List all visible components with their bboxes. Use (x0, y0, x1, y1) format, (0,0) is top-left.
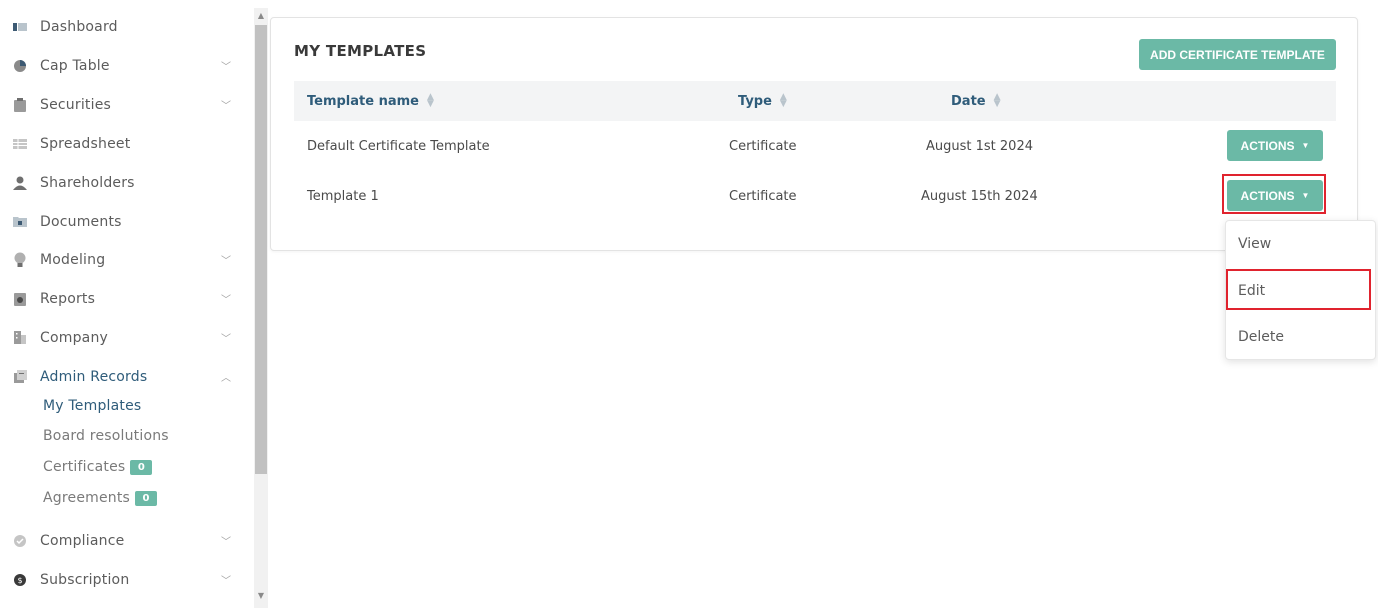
sidebar-item-label: Company (40, 329, 109, 346)
count-badge: 0 (135, 490, 158, 506)
sidebar-item-label: Documents (40, 213, 122, 230)
chevron-up-icon: ︿ (221, 373, 231, 384)
clipboard-icon (12, 97, 28, 113)
sidebar-item-label: Dashboard (40, 18, 118, 35)
sidebar-item-label: Subscription (40, 571, 130, 588)
sort-icon[interactable]: ▲ ▼ (994, 93, 1001, 109)
type-cell: Certificate (729, 188, 797, 204)
chevron-down-icon: ﹀ (221, 256, 231, 267)
add-certificate-template-button[interactable]: ADD CERTIFICATE TEMPLATE (1139, 39, 1336, 70)
actions-button-label: ACTIONS (1240, 138, 1295, 153)
sidebar-item-documents[interactable]: Documents (0, 202, 252, 241)
spreadsheet-icon (12, 136, 28, 152)
template-name-cell: Default Certificate Template (307, 138, 490, 154)
sidebar-subitem-agreements[interactable]: Agreements 0 (43, 485, 158, 511)
edit-highlight-box (1226, 269, 1371, 310)
scroll-down-arrow-icon[interactable]: ▼ (254, 588, 268, 602)
sidebar-item-reports[interactable]: Reports ﹀ (0, 279, 252, 318)
dollar-coin-icon: $ (12, 572, 28, 588)
date-cell: August 15th 2024 (921, 188, 1038, 204)
sidebar-item-label: Reports (40, 290, 96, 307)
chevron-down-icon: ﹀ (221, 295, 231, 306)
page-title: MY TEMPLATES (294, 42, 427, 60)
admin-records-icon (12, 369, 28, 385)
chevron-down-icon: ﹀ (221, 576, 231, 587)
caret-down-icon: ▼ (1301, 141, 1310, 150)
column-header-date[interactable]: Date ▲ ▼ (951, 81, 1001, 121)
scrollbar-thumb[interactable] (255, 25, 267, 474)
chevron-down-icon: ﹀ (221, 334, 231, 345)
sidebar-subitem-label: My Templates (43, 398, 142, 414)
column-header-template-name[interactable]: Template name ▲ ▼ (307, 81, 434, 121)
chevron-down-icon: ﹀ (221, 537, 231, 548)
dashboard-icon (12, 19, 28, 35)
shield-check-icon (12, 533, 28, 549)
template-name-cell: Template 1 (307, 188, 379, 204)
sidebar-item-label: Cap Table (40, 57, 110, 74)
menu-item-view[interactable]: View (1238, 236, 1271, 252)
sidebar-item-label: Admin Records (40, 368, 148, 385)
svg-text:$: $ (17, 576, 22, 585)
sidebar-item-compliance[interactable]: Compliance ﹀ (0, 521, 252, 560)
sidebar-item-label: Spreadsheet (40, 135, 131, 152)
sidebar-subitem-certificates[interactable]: Certificates 0 (43, 454, 153, 480)
chevron-down-icon: ﹀ (221, 62, 231, 73)
sidebar-item-label: Shareholders (40, 174, 135, 191)
table-row: Default Certificate Template Certificate… (294, 121, 1336, 171)
sidebar-scrollbar[interactable]: ▲ ▼ (254, 8, 268, 608)
count-badge: 0 (130, 459, 153, 475)
sort-icon[interactable]: ▲ ▼ (427, 93, 434, 109)
type-cell: Certificate (729, 138, 797, 154)
sidebar-subitem-label: Certificates (43, 459, 126, 475)
sidebar-item-label: Compliance (40, 532, 125, 549)
sidebar-item-modeling[interactable]: Modeling ﹀ (0, 240, 252, 279)
sidebar: Dashboard Cap Table ﹀ Securities ﹀ Sprea… (0, 0, 252, 611)
folder-icon (12, 214, 28, 230)
sidebar-item-cap-table[interactable]: Cap Table ﹀ (0, 46, 252, 85)
column-header-label: Type (738, 93, 772, 109)
report-icon (12, 291, 28, 307)
sidebar-item-securities[interactable]: Securities ﹀ (0, 85, 252, 124)
sidebar-item-label: Modeling (40, 251, 106, 268)
sidebar-item-admin-records[interactable]: Admin Records ︿ (0, 357, 252, 396)
sidebar-subitem-my-templates[interactable]: My Templates (43, 393, 141, 419)
sidebar-item-shareholders[interactable]: Shareholders (0, 163, 252, 202)
user-icon (12, 175, 28, 191)
actions-button[interactable]: ACTIONS ▼ (1227, 130, 1323, 161)
sidebar-item-dashboard[interactable]: Dashboard (0, 7, 252, 46)
sidebar-subitem-board-resolutions[interactable]: Board resolutions (43, 423, 169, 449)
sidebar-subitem-label: Agreements (43, 490, 131, 506)
sidebar-subitem-label: Board resolutions (43, 428, 169, 444)
building-icon (12, 330, 28, 346)
pie-chart-icon (12, 58, 28, 74)
column-header-label: Date (951, 93, 986, 109)
sidebar-item-company[interactable]: Company ﹀ (0, 318, 252, 357)
date-cell: August 1st 2024 (926, 138, 1033, 154)
column-header-type[interactable]: Type ▲ ▼ (738, 81, 787, 121)
sidebar-item-label: Securities (40, 96, 112, 113)
sidebar-item-subscription[interactable]: $ Subscription ﹀ (0, 560, 252, 599)
lightbulb-icon (12, 252, 28, 268)
templates-card: MY TEMPLATES ADD CERTIFICATE TEMPLATE Te… (270, 17, 1358, 251)
sort-icon[interactable]: ▲ ▼ (780, 93, 787, 109)
column-header-label: Template name (307, 93, 419, 109)
menu-item-delete[interactable]: Delete (1238, 329, 1284, 345)
table-row: Template 1 Certificate August 15th 2024 … (294, 171, 1336, 221)
sidebar-item-spreadsheet[interactable]: Spreadsheet (0, 124, 252, 163)
chevron-down-icon: ﹀ (221, 101, 231, 112)
actions-highlight-box (1222, 174, 1326, 214)
table-header: Template name ▲ ▼ Type ▲ ▼ Date ▲ ▼ (294, 81, 1336, 121)
scroll-up-arrow-icon[interactable]: ▲ (254, 8, 268, 22)
